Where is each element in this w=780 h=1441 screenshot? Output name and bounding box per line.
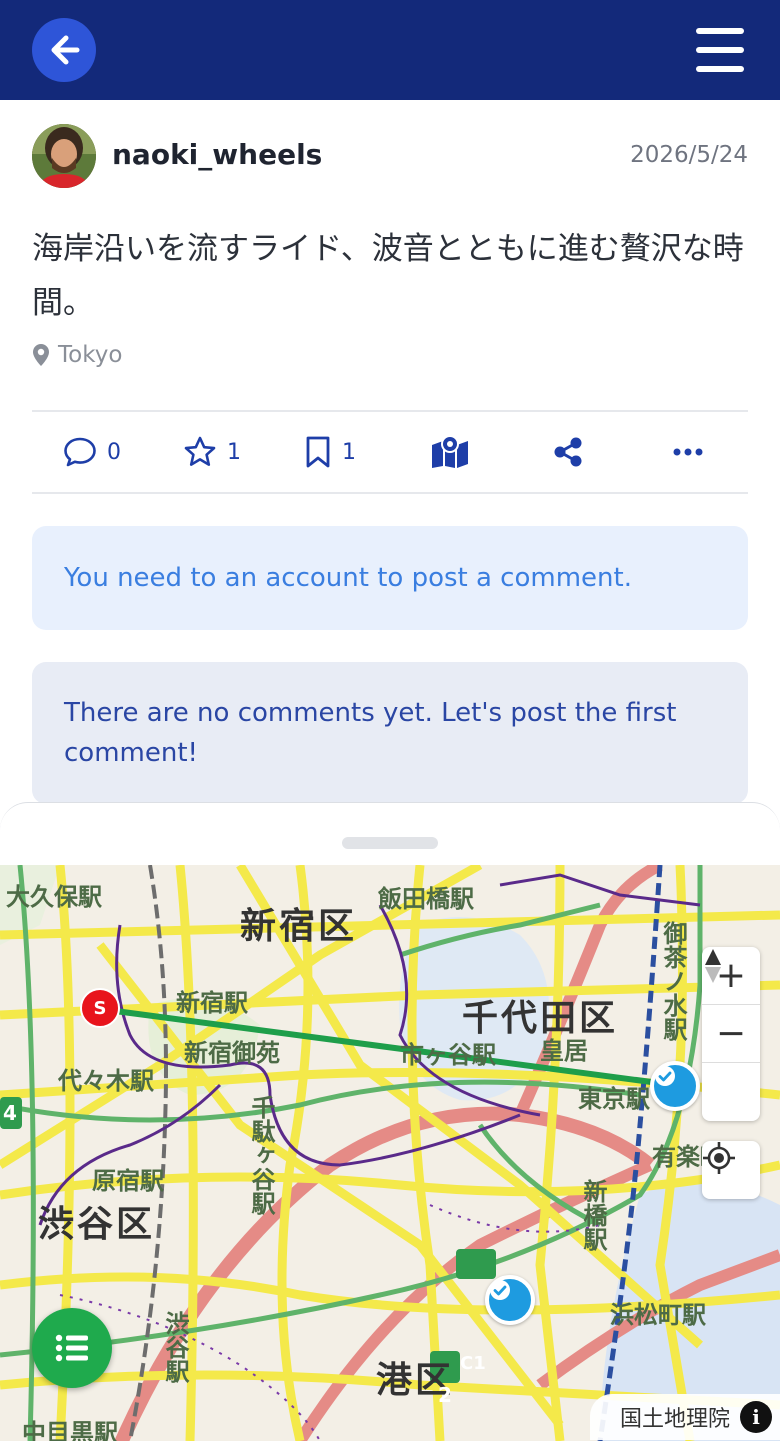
list-icon (55, 1334, 88, 1362)
more-button[interactable] (638, 412, 738, 492)
login-required-text: You need to an account to post a comment… (64, 563, 632, 593)
no-comments-alert: There are no comments yet. Let's post th… (32, 662, 748, 804)
comment-count: 0 (107, 439, 121, 465)
map-label: 浜松町駅 (610, 1301, 706, 1329)
post-header: naoki_wheels 2026/5/24 (32, 124, 748, 188)
bookmark-icon (306, 436, 330, 468)
post-body: 海岸沿いを流すライド、波音とともに進む贅沢な時間。 (32, 231, 744, 321)
no-comments-text: There are no comments yet. Let's post th… (64, 698, 677, 768)
map-label: 新宿駅 (176, 989, 248, 1017)
share-button[interactable] (518, 412, 618, 492)
map-button[interactable] (400, 412, 500, 492)
list-view-button[interactable] (32, 1308, 112, 1388)
map-attribution: 国土地理院 i (590, 1394, 780, 1440)
post-date: 2026/5/24 (630, 142, 748, 168)
route-badge: C1 (460, 1353, 486, 1374)
comment-button[interactable]: 0 (42, 412, 142, 492)
checkpoint-marker[interactable] (650, 1061, 700, 1111)
bookmark-count: 1 (342, 439, 356, 465)
info-icon[interactable]: i (740, 1401, 772, 1433)
top-app-bar (0, 0, 780, 100)
arrow-left-icon (51, 35, 80, 65)
map-label: 大久保駅 (6, 883, 102, 911)
avatar[interactable] (32, 124, 96, 188)
map-label: 新橋駅 (579, 1179, 607, 1251)
menu-line (696, 28, 744, 34)
map-label: 原宿駅 (92, 1167, 164, 1195)
map-label: 新宿区 (240, 906, 358, 947)
check-icon (490, 1280, 510, 1300)
compass-icon (705, 949, 721, 983)
map-label: 御茶ノ水駅 (659, 921, 687, 1041)
menu-line (696, 47, 744, 53)
map-label: 千駄ヶ谷駅 (247, 1095, 275, 1215)
sheet-drag-handle[interactable] (342, 837, 438, 849)
post-action-bar: 0 1 1 (32, 412, 748, 492)
map-label: 東京駅 (578, 1085, 650, 1113)
star-count: 1 (227, 439, 241, 465)
check-icon (655, 1066, 675, 1086)
map-bottom-sheet: 大久保駅 飯田橋駅 新宿区 新宿駅 新宿御苑 千代田区 市ヶ谷駅 皇居 代々木駅… (0, 802, 780, 1441)
compass-button[interactable] (702, 949, 760, 1121)
crosshair-icon (703, 1142, 735, 1174)
map-label: 皇居 (540, 1037, 588, 1065)
comment-icon (64, 437, 96, 467)
route-map[interactable]: 大久保駅 飯田橋駅 新宿区 新宿駅 新宿御苑 千代田区 市ヶ谷駅 皇居 代々木駅… (0, 865, 780, 1441)
map-label: 渋谷区 (38, 1204, 156, 1245)
star-icon (184, 436, 216, 466)
share-icon (554, 437, 582, 467)
map-icon (432, 435, 468, 468)
bookmark-button[interactable]: 1 (280, 412, 380, 492)
menu-line (696, 66, 744, 72)
map-pin-icon (33, 344, 49, 366)
username[interactable]: naoki_wheels (112, 138, 322, 171)
map-label: 新宿御苑 (184, 1039, 280, 1067)
attribution-text[interactable]: 国土地理院 (620, 1401, 730, 1433)
route-badge: 2 (438, 1383, 452, 1407)
map-label: 渋谷駅 (161, 1311, 189, 1383)
map-zoom-controls: + − (702, 947, 760, 1121)
map-label: 飯田橋駅 (378, 885, 474, 913)
star-button[interactable]: 1 (162, 412, 262, 492)
hamburger-menu-button[interactable] (696, 28, 744, 72)
location-text: Tokyo (58, 342, 123, 368)
avatar-image (32, 124, 96, 188)
route-badge: 4 (3, 1101, 17, 1125)
map-label: 中目黒駅 (22, 1419, 118, 1441)
checkpoint-marker[interactable] (485, 1275, 535, 1325)
login-required-alert: You need to an account to post a comment… (32, 526, 748, 630)
post-location: Tokyo (32, 338, 122, 372)
more-icon (673, 448, 703, 456)
map-label: 市ヶ谷駅 (400, 1041, 496, 1069)
start-marker-label: S (93, 997, 107, 1019)
zoom-out-button[interactable]: − (702, 1005, 760, 1063)
map-label: 代々木駅 (58, 1067, 154, 1095)
locate-me-button[interactable] (702, 1141, 760, 1199)
route-start-marker[interactable]: S (80, 988, 120, 1028)
back-button[interactable] (32, 18, 96, 82)
divider (32, 492, 748, 494)
